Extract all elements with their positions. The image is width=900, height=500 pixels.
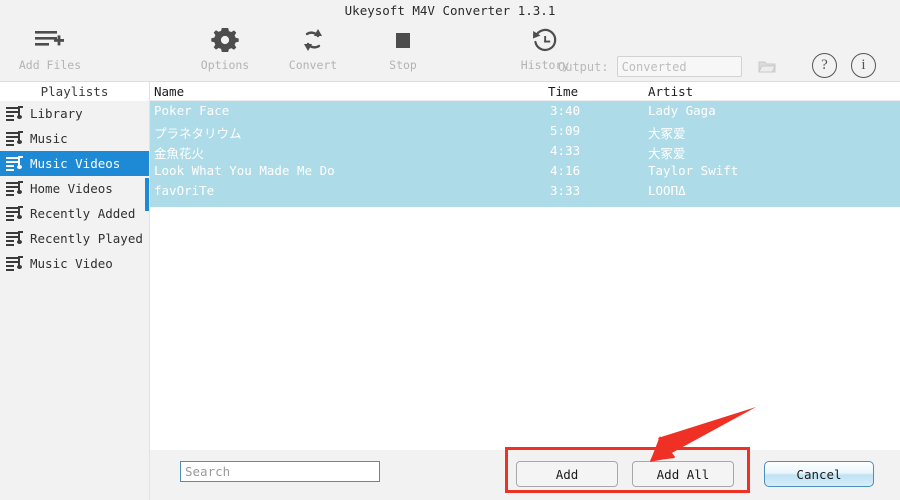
options-button[interactable]: Options [180, 23, 270, 72]
stop-button[interactable]: Stop [358, 23, 448, 72]
playlist-icon [6, 256, 23, 271]
sidebar-item-music-video[interactable]: Music Video [0, 251, 149, 276]
playlists-header: Playlists [0, 82, 149, 101]
add-all-button[interactable]: Add All [632, 461, 734, 487]
sidebar-item-library[interactable]: Library [0, 101, 149, 126]
history-clock-icon [530, 23, 560, 57]
sidebar-item-label: Music Video [30, 256, 113, 271]
sidebar-item-label: Recently Played [30, 231, 143, 246]
window-title: Ukeysoft M4V Converter 1.3.1 [344, 2, 556, 18]
cell-time: 3:40 [550, 103, 581, 118]
cell-name: プラネタリウム [154, 126, 242, 141]
add-files-label: Add Files [18, 58, 82, 72]
add-files-icon [33, 23, 67, 57]
sidebar-item-label: Home Videos [30, 181, 113, 196]
table-row[interactable]: 金魚花火 4:33 大冢爱 [150, 141, 900, 161]
folder-icon[interactable] [757, 59, 776, 75]
output-group: Output: [558, 56, 776, 77]
playlist-icon [6, 106, 23, 121]
table-row[interactable]: プラネタリウム 5:09 大冢爱 [150, 121, 900, 141]
app-window: Ukeysoft M4V Converter 1.3.1 Add Files O… [0, 0, 900, 500]
help-buttons-group: ? i [812, 53, 876, 78]
table-row[interactable]: Poker Face 3:40 Lady Gaga [150, 101, 900, 121]
cell-time: 4:16 [550, 163, 581, 178]
sidebar-item-label: Recently Added [30, 206, 136, 221]
cell-time: 4:33 [550, 143, 581, 158]
column-header-artist[interactable]: Artist [648, 84, 693, 99]
playlist-list: Library Music Music Videos Home Videos R… [0, 101, 149, 276]
cell-time: 3:33 [550, 183, 581, 198]
refresh-icon [299, 23, 327, 57]
sidebar-item-music-videos[interactable]: Music Videos [0, 151, 149, 176]
stop-label: Stop [389, 58, 417, 72]
title-bar: Ukeysoft M4V Converter 1.3.1 [0, 0, 900, 20]
cell-artist: 大冢爱 [648, 146, 686, 161]
add-button[interactable]: Add [516, 461, 618, 487]
playlist-icon [6, 206, 23, 221]
sidebar-item-recently-added[interactable]: Recently Added [0, 201, 149, 226]
column-header-name[interactable]: Name [154, 84, 184, 99]
sidebar-item-recently-played[interactable]: Recently Played [0, 226, 149, 251]
cell-name: 金魚花火 [154, 146, 205, 161]
cell-artist: 大冢爱 [648, 126, 686, 141]
sidebar: Playlists Library Music Music Videos Hom… [0, 82, 150, 500]
bottom-bar: Add Add All Cancel [150, 450, 900, 500]
file-list-header: Name Time Artist [150, 82, 900, 101]
cell-artist: Taylor Swift [648, 163, 739, 178]
cell-time: 5:09 [550, 123, 581, 138]
cell-name: favOriTe [154, 183, 215, 198]
cancel-button[interactable]: Cancel [764, 461, 874, 487]
playlist-icon [6, 156, 23, 171]
options-label: Options [200, 58, 250, 72]
info-icon[interactable]: i [851, 53, 876, 78]
sidebar-item-music[interactable]: Music [0, 126, 149, 151]
sidebar-scrollbar-thumb[interactable] [145, 178, 149, 211]
cell-name: Poker Face [154, 103, 230, 118]
file-list-rows: Poker Face 3:40 Lady Gaga プラネタリウム 5:09 大… [150, 101, 900, 207]
output-input[interactable] [616, 56, 742, 77]
sidebar-item-label: Music [30, 131, 68, 146]
toolbar: Add Files Options Convert Stop History O… [0, 20, 900, 82]
search-input[interactable] [180, 461, 380, 482]
sidebar-item-label: Library [30, 106, 83, 121]
table-row[interactable]: Look What You Made Me Do 4:16 Taylor Swi… [150, 161, 900, 181]
sidebar-item-home-videos[interactable]: Home Videos [0, 176, 149, 201]
cell-name: Look What You Made Me Do [154, 163, 335, 178]
stop-square-icon [390, 23, 416, 57]
table-row[interactable]: favOriTe 3:33 LOOΠΔ [150, 181, 900, 201]
add-files-button[interactable]: Add Files [5, 23, 95, 72]
playlist-icon [6, 231, 23, 246]
file-list-panel: Name Time Artist Poker Face 3:40 Lady Ga… [150, 82, 900, 450]
playlist-icon [6, 131, 23, 146]
gear-icon [210, 23, 240, 57]
output-label: Output: [558, 59, 609, 74]
help-icon[interactable]: ? [812, 53, 837, 78]
column-header-time[interactable]: Time [548, 84, 578, 99]
list-selection-pad [150, 201, 900, 207]
convert-label: Convert [288, 58, 338, 72]
convert-button[interactable]: Convert [268, 23, 358, 72]
sidebar-item-label: Music Videos [30, 156, 121, 171]
cell-artist: Lady Gaga [648, 103, 716, 118]
playlist-icon [6, 181, 23, 196]
cell-artist: LOOΠΔ [648, 183, 686, 198]
